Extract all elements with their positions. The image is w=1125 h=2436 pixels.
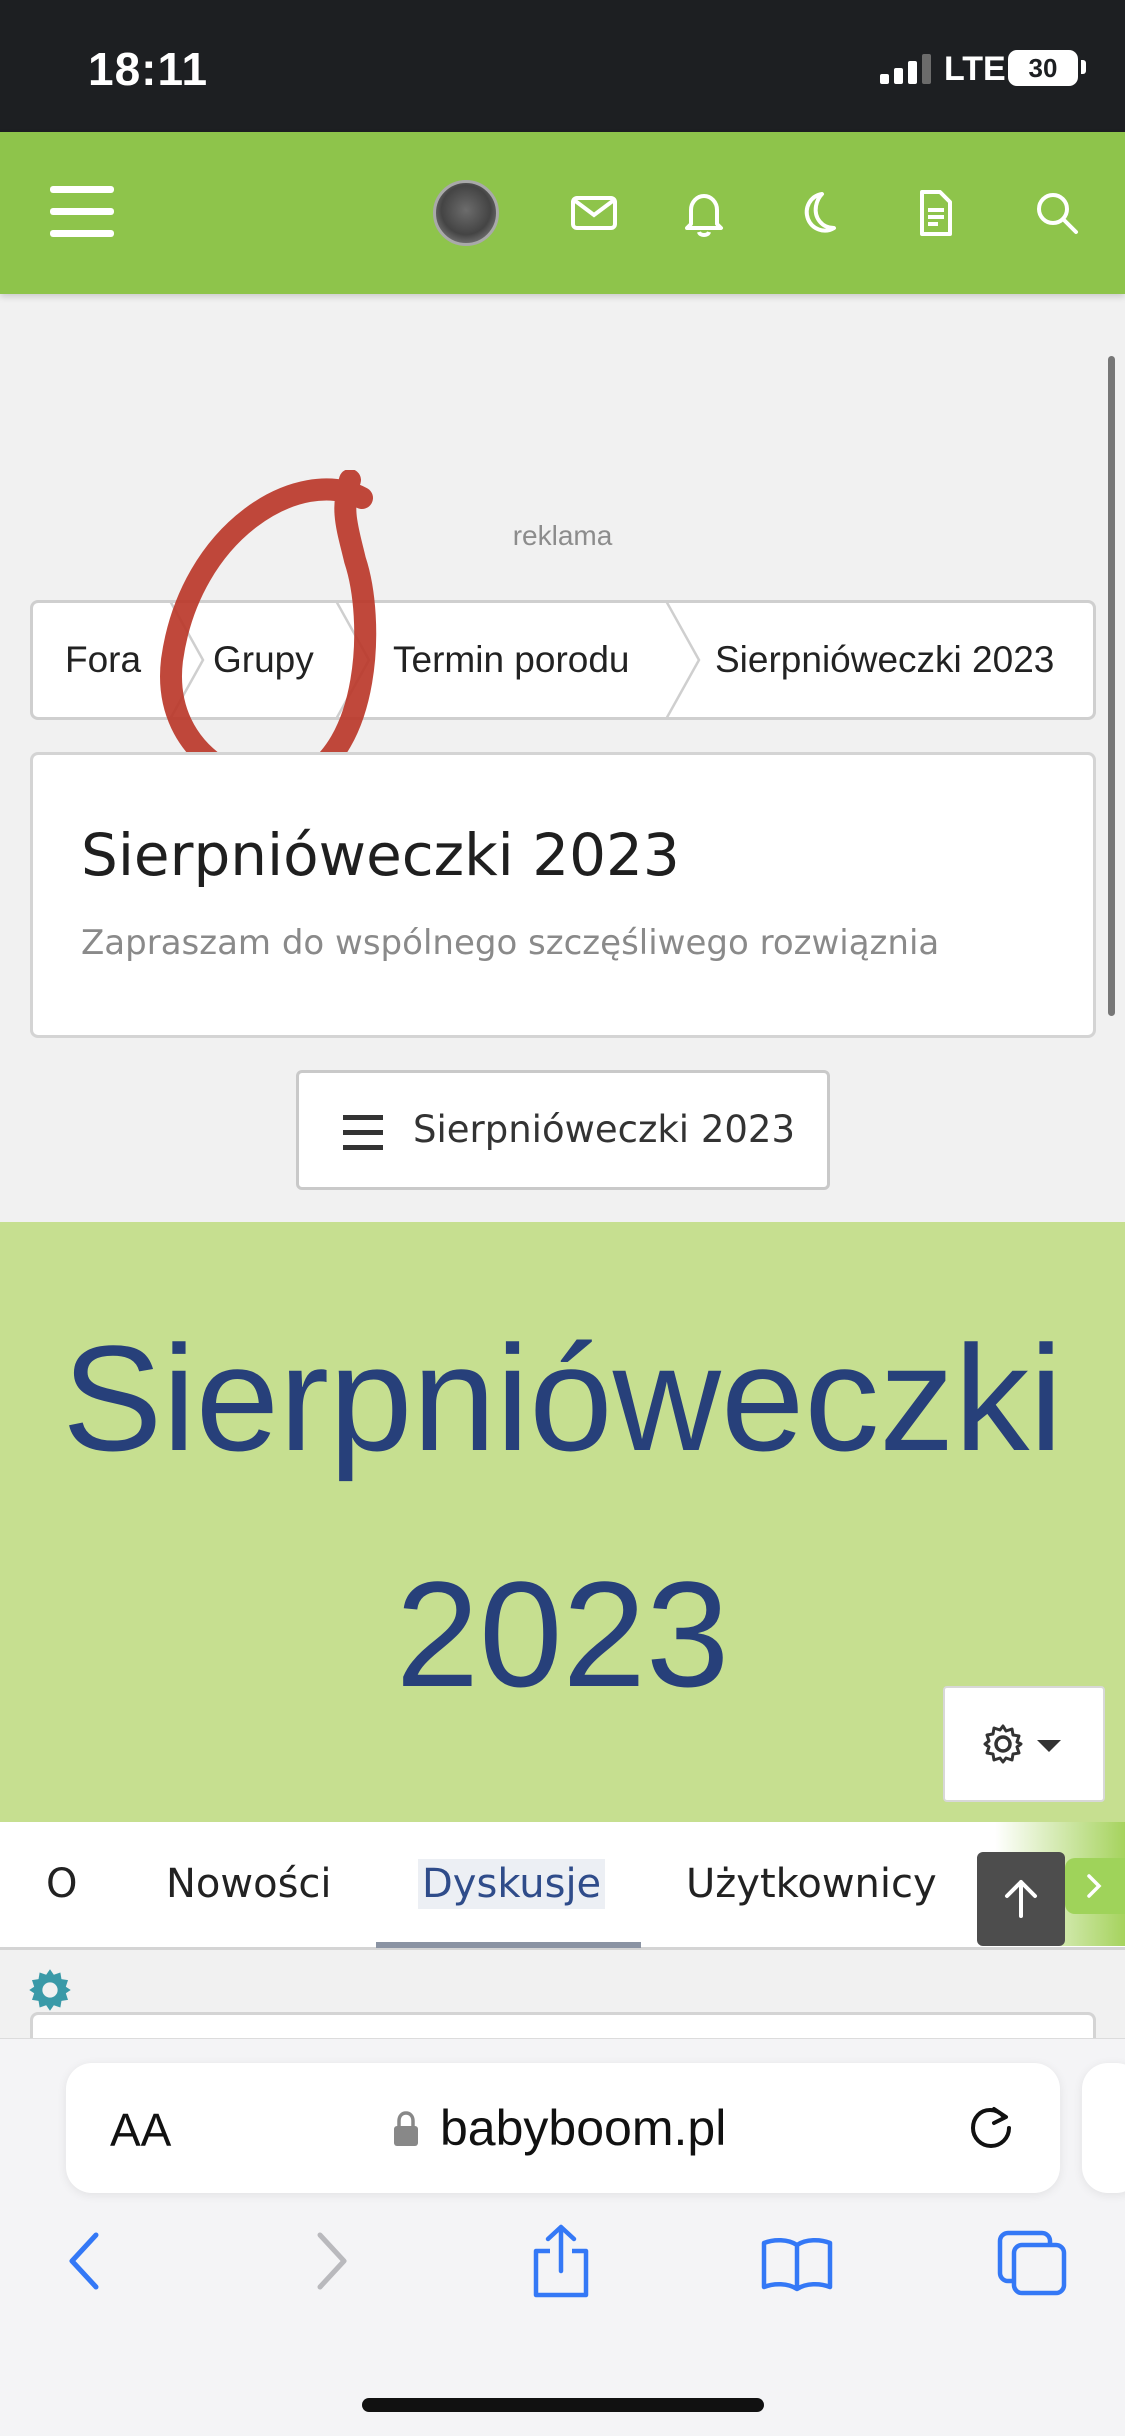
tabs-next-button[interactable] [1065, 1858, 1125, 1914]
gear-icon [983, 1724, 1023, 1764]
chevron-down-icon [1037, 1740, 1061, 1752]
group-tabs: O Nowości Dyskusje Użytkownicy W [0, 1822, 1125, 1950]
lock-icon [394, 2111, 418, 2146]
tab-o[interactable]: O [46, 1822, 77, 1946]
tab-uzytkownicy[interactable]: Użytkownicy [686, 1822, 937, 1946]
breadcrumb-grupy[interactable]: Grupy [213, 603, 314, 717]
group-menu-label: Sierpnióweczki 2023 [413, 1108, 796, 1151]
site-header [0, 132, 1125, 294]
banner-title: Sierpnióweczki 2023 [62, 1314, 1063, 1718]
group-menu-button[interactable]: Sierpnióweczki 2023 [296, 1070, 830, 1190]
share-icon[interactable] [528, 2223, 594, 2299]
address-bar[interactable]: AA babyboom.pl [66, 2063, 1060, 2193]
chevron-right-icon [1087, 1874, 1102, 1898]
breadcrumb-separator [665, 603, 701, 717]
network-type: LTE [944, 50, 1006, 88]
document-icon[interactable] [904, 182, 966, 244]
back-icon[interactable] [64, 2229, 108, 2293]
tab-dyskusje[interactable]: Dyskusje [418, 1822, 606, 1946]
ad-label: reklama [512, 520, 613, 551]
breadcrumb-separator [169, 603, 205, 717]
reader-settings-button[interactable]: AA [110, 2103, 171, 2157]
moon-icon[interactable] [786, 182, 848, 244]
settings-dropdown-button[interactable] [943, 1686, 1105, 1802]
avatar[interactable] [433, 180, 499, 246]
envelope-icon[interactable] [563, 182, 625, 244]
menu-icon [343, 1115, 383, 1151]
browser-toolbar: AA babyboom.pl [0, 2038, 1125, 2436]
battery-icon: 30 [1008, 50, 1078, 86]
breadcrumb-sierpnioweczki[interactable]: Sierpnióweczki 2023 [715, 603, 1054, 717]
group-title: Sierpnióweczki 2023 [81, 821, 680, 889]
status-time: 18:11 [88, 43, 209, 95]
breadcrumb: Fora Grupy Termin porodu Sierpnióweczki … [30, 600, 1096, 720]
reload-icon[interactable] [964, 2101, 1018, 2155]
battery-tip [1081, 60, 1086, 74]
page-scrollbar[interactable] [1108, 356, 1115, 1016]
group-card: Sierpnióweczki 2023 Zapraszam do wspólne… [30, 752, 1096, 1038]
menu-icon[interactable] [50, 182, 114, 242]
tab-dyskusje-label: Dyskusje [418, 1859, 606, 1909]
arrow-up-icon [1005, 1880, 1037, 1918]
search-icon[interactable] [1026, 182, 1088, 244]
aa-label: AA [110, 2104, 172, 2156]
tab-nowosci[interactable]: Nowości [166, 1822, 332, 1946]
group-description: Zapraszam do wspólnego szczęśliwego rozw… [81, 923, 940, 963]
breadcrumb-fora[interactable]: Fora [65, 603, 141, 717]
gear-icon[interactable] [26, 1966, 74, 2014]
bell-icon[interactable] [673, 182, 735, 244]
tabs-icon[interactable] [996, 2229, 1068, 2297]
breadcrumb-termin-porodu[interactable]: Termin porodu [393, 603, 630, 717]
bookmarks-icon[interactable] [760, 2235, 834, 2293]
status-bar: 18:11 LTE 30 [0, 0, 1125, 132]
signal-icon [880, 54, 931, 84]
next-tab-preview[interactable] [1082, 2063, 1125, 2193]
active-tab-indicator [376, 1942, 641, 1948]
forward-icon[interactable] [308, 2229, 352, 2293]
home-indicator [362, 2398, 764, 2412]
scroll-to-top-button[interactable] [977, 1852, 1065, 1946]
url-host: babyboom.pl [440, 2100, 727, 2156]
breadcrumb-separator [335, 603, 371, 717]
